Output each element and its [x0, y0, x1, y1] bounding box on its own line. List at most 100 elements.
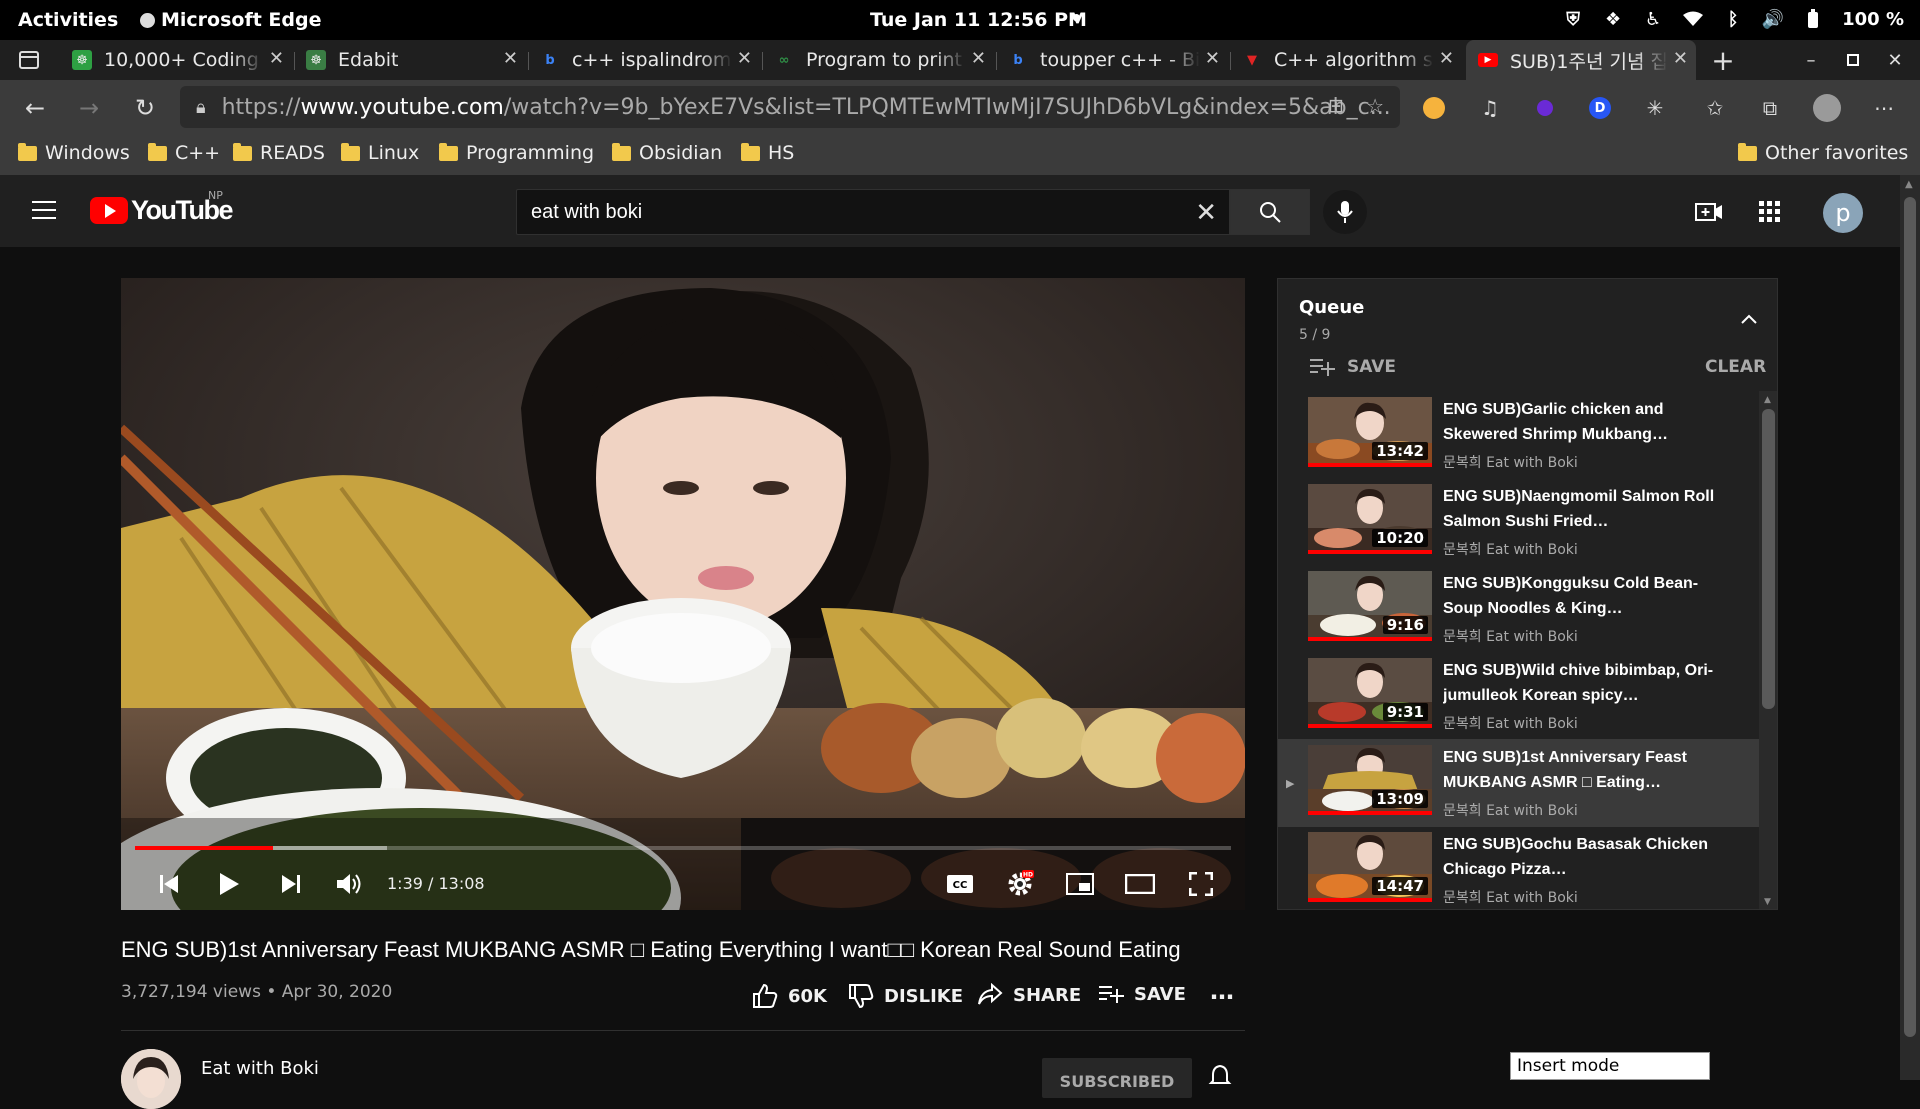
queue-scrollbar[interactable]: ▲ ▼ [1759, 391, 1777, 909]
bookmark-folder-hs[interactable]: HS [741, 142, 794, 164]
scroll-up-arrow-icon[interactable]: ▲ [1764, 395, 1771, 405]
bookmark-folder-programming[interactable]: Programming [439, 142, 594, 164]
progress-bar[interactable] [135, 846, 1231, 850]
subscribed-button[interactable]: SUBSCRIBED [1042, 1058, 1192, 1098]
bookmark-folder-obsidian[interactable]: Obsidian [612, 142, 722, 164]
captions-button[interactable]: CC [940, 864, 980, 904]
video-thumbnail[interactable]: 9:31 [1308, 658, 1432, 728]
queue-item[interactable]: 14:47 ENG SUB)Gochu Basasak Chicken Chic… [1278, 826, 1759, 909]
next-button[interactable] [271, 864, 311, 904]
queue-scrollbar-thumb[interactable] [1762, 409, 1775, 709]
tab-program-to-print[interactable]: ∞ Program to print ✕ [774, 40, 994, 80]
fullscreen-button[interactable] [1181, 864, 1221, 904]
scroll-down-arrow-icon[interactable]: ▼ [1764, 897, 1771, 907]
lock-icon[interactable]: 🔒︎ [196, 97, 206, 118]
add-favorite-icon[interactable]: ☆ [1366, 94, 1384, 118]
tab-coding-problems[interactable]: ☸ 10,000+ Coding P ✕ [72, 40, 292, 80]
extension-d-icon[interactable]: D [1586, 94, 1614, 122]
minimize-icon[interactable]: – [1796, 45, 1826, 75]
video-thumbnail[interactable]: 9:16 [1308, 571, 1432, 641]
collections-icon[interactable]: ⧉ [1756, 94, 1784, 122]
tab-actions-icon[interactable] [14, 45, 44, 75]
like-button[interactable]: 60K [752, 983, 827, 1009]
miniplayer-button[interactable] [1060, 864, 1100, 904]
queue-item[interactable]: 9:16 ENG SUB)Kongguksu Cold Bean-Soup No… [1278, 565, 1759, 653]
close-window-icon[interactable]: ✕ [1880, 45, 1910, 75]
youtube-logo[interactable]: YouTube NP [90, 189, 233, 226]
refresh-icon[interactable]: ↻ [130, 93, 160, 123]
dropbox-icon[interactable]: ❖ [1602, 8, 1624, 30]
extensions-puzzle-icon[interactable]: ✳ [1641, 94, 1669, 122]
maximize-icon[interactable] [1838, 45, 1868, 75]
close-tab-icon[interactable]: ✕ [1205, 48, 1220, 69]
address-bar[interactable]: 🔒︎ https://www.youtube.com/watch?v=9b_bY… [180, 86, 1400, 128]
video-thumbnail[interactable]: 10:20 [1308, 484, 1432, 554]
new-tab-icon[interactable]: + [1708, 44, 1738, 77]
music-icon[interactable]: ♫ [1476, 94, 1504, 122]
clock[interactable]: Tue Jan 11 12:56 PM [870, 9, 1087, 31]
extension-purple-icon[interactable] [1531, 94, 1559, 122]
voice-search-button[interactable] [1323, 190, 1367, 234]
queue-item-current[interactable]: ▶ 13:09 ENG SUB)1st Anniversary Feast MU… [1278, 739, 1759, 827]
page-scrollbar[interactable]: ▲ [1900, 175, 1920, 1080]
volume-button[interactable] [329, 864, 369, 904]
previous-button[interactable] [149, 864, 189, 904]
close-tab-icon[interactable]: ✕ [1673, 48, 1688, 69]
video-thumbnail[interactable]: 13:09 [1308, 745, 1432, 815]
profile-icon[interactable] [1813, 94, 1841, 122]
back-icon[interactable]: ← [20, 93, 50, 123]
scroll-up-arrow-icon[interactable]: ▲ [1905, 179, 1913, 190]
bluetooth-icon[interactable]: ᛒ [1722, 8, 1744, 30]
queue-item[interactable]: 9:31 ENG SUB)Wild chive bibimbap, Ori-ju… [1278, 652, 1759, 740]
more-menu-icon[interactable]: ⋯ [1870, 94, 1898, 122]
bookmark-folder-reads[interactable]: READS [233, 142, 325, 164]
wifi-icon[interactable] [1682, 8, 1704, 30]
video-thumbnail[interactable]: 14:47 [1308, 832, 1432, 902]
video-thumbnail[interactable]: 13:42 [1308, 397, 1432, 467]
bookmark-folder-cpp[interactable]: C++ [148, 142, 220, 164]
tab-toupper[interactable]: b toupper c++ - Bin ✕ [1008, 40, 1228, 80]
close-tab-icon[interactable]: ✕ [1439, 48, 1454, 69]
channel-name[interactable]: Eat with Boki [201, 1058, 319, 1079]
save-button[interactable]: SAVE [1098, 983, 1186, 1005]
settings-button[interactable]: HD [1000, 864, 1040, 904]
dislike-button[interactable]: DISLIKE [848, 983, 963, 1009]
queue-clear-button[interactable]: CLEAR [1705, 357, 1766, 377]
shield-icon[interactable]: ⛨ [1562, 8, 1584, 30]
tab-cpp-algorithm[interactable]: ▼ C++ algorithm so ✕ [1242, 40, 1462, 80]
queue-item-title[interactable]: ENG SUB)Garlic chicken and Skewered Shri… [1443, 397, 1723, 447]
accessibility-icon[interactable]: ♿ [1642, 8, 1664, 30]
close-tab-icon[interactable]: ✕ [269, 48, 284, 69]
activities-button[interactable]: Activities [18, 9, 118, 31]
close-tab-icon[interactable]: ✕ [503, 48, 518, 69]
bookmark-folder-windows[interactable]: Windows [18, 142, 130, 164]
search-input[interactable] [531, 200, 1151, 224]
favorites-icon[interactable]: ✩ [1701, 94, 1729, 122]
video-player[interactable]: 1:39 / 13:08 CC HD [121, 278, 1245, 910]
notification-bell-icon[interactable] [1208, 1064, 1232, 1088]
extension-orange-icon[interactable] [1420, 94, 1448, 122]
queue-item-title[interactable]: ENG SUB)Naengmomil Salmon Roll Salmon Su… [1443, 484, 1723, 534]
queue-item[interactable]: 13:42 ENG SUB)Garlic chicken and Skewere… [1278, 391, 1759, 479]
apps-grid-icon[interactable] [1755, 197, 1785, 227]
forward-icon[interactable]: → [74, 93, 104, 123]
account-avatar[interactable]: p [1823, 193, 1863, 233]
search-button[interactable] [1230, 189, 1310, 235]
tab-youtube-active[interactable]: ▶ SUB)1주년 기념 집 ✕ [1466, 40, 1696, 80]
bookmark-folder-linux[interactable]: Linux [341, 142, 419, 164]
volume-icon[interactable]: 🔊 [1762, 8, 1784, 30]
app-menu[interactable]: Microsoft Edge [140, 9, 322, 31]
scrollbar-thumb[interactable] [1904, 197, 1916, 1037]
system-tray[interactable]: ⛨ ❖ ♿ ᛒ 🔊 100 % [1562, 8, 1904, 30]
queue-item-title[interactable]: ENG SUB)Wild chive bibimbap, Ori-jumulle… [1443, 658, 1723, 708]
tab-edabit[interactable]: ☸ Edabit ✕ [306, 40, 526, 80]
play-button[interactable] [209, 864, 249, 904]
queue-item-title[interactable]: ENG SUB)Kongguksu Cold Bean-Soup Noodles… [1443, 571, 1723, 621]
channel-avatar[interactable] [121, 1049, 181, 1109]
close-tab-icon[interactable]: ✕ [971, 48, 986, 69]
hamburger-menu-icon[interactable] [32, 201, 56, 219]
create-video-icon[interactable] [1694, 197, 1724, 227]
search-box[interactable]: ✕ [516, 189, 1230, 235]
app-available-icon[interactable]: ⊞ [1328, 95, 1344, 117]
theater-mode-button[interactable] [1120, 864, 1160, 904]
